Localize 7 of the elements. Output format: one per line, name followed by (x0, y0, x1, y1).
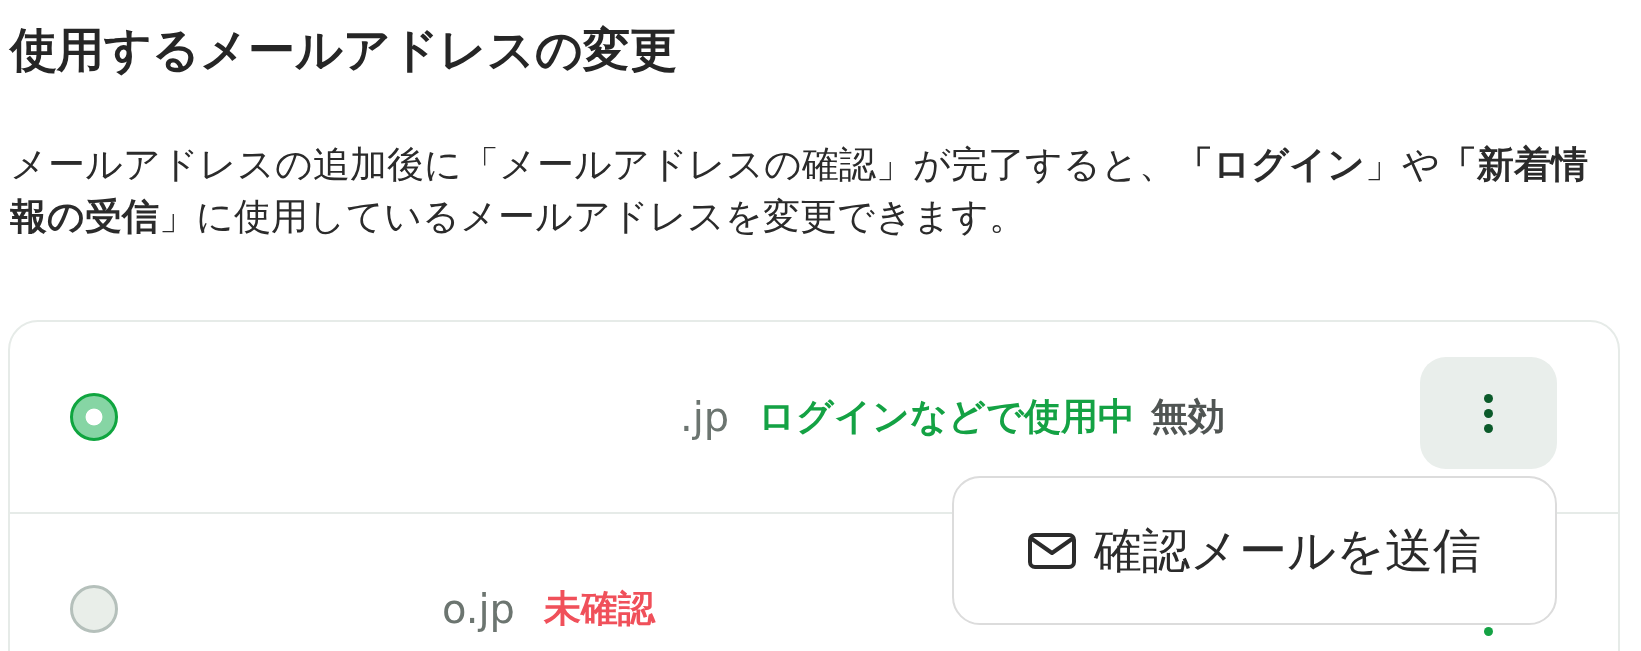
status-label: 無効 (1151, 395, 1226, 440)
status-label: ログインなどで使用中 (758, 395, 1136, 440)
email-address-text: .jp (680, 393, 730, 442)
page-heading: 使用するメールアドレスの変更 (10, 22, 678, 79)
status-label: 未確認 (544, 587, 655, 632)
email-address-text: o.jp (442, 585, 515, 634)
description-text: メールアドレスの追加後に「メールアドレスの確認」が完了すると、「ログイン」や「新着情報の受信」に使用しているメールアドレスを変更できます。 (10, 142, 1589, 241)
